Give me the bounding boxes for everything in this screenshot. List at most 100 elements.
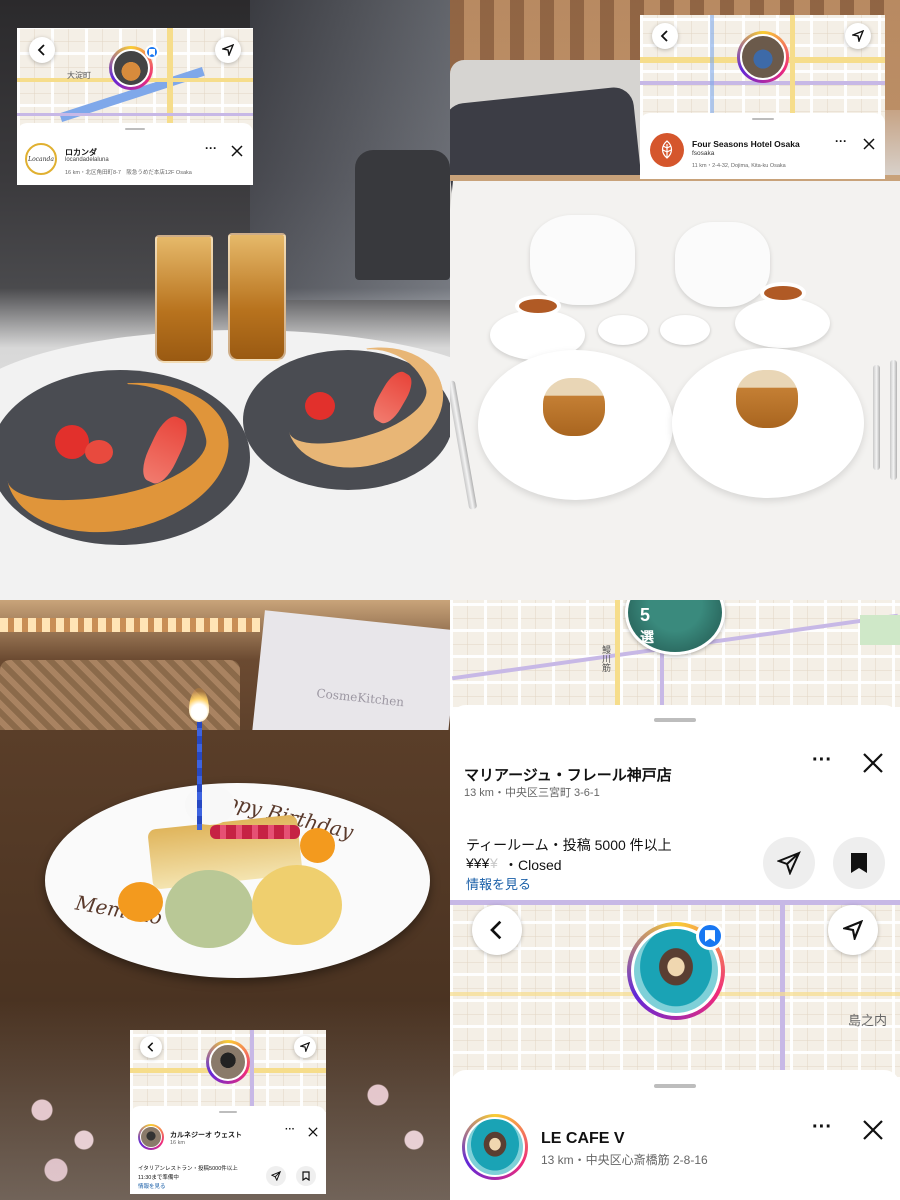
open-status: ・Closed: [504, 857, 562, 873]
tree-logo-icon: [661, 140, 673, 159]
place-handle[interactable]: fsosaka: [692, 150, 714, 157]
back-button[interactable]: [29, 37, 55, 63]
bookmark-icon: [851, 853, 867, 873]
pin-thumbnail: [112, 49, 150, 87]
close-icon[interactable]: [308, 1127, 318, 1137]
close-icon[interactable]: [862, 1119, 884, 1141]
tart: [736, 370, 798, 428]
map-panel-tearooms: 鰻川筋 5 選 マリアージュ・フレール神戸店 13 km・中央区三宮町 3-6-…: [450, 600, 900, 1200]
tart: [543, 378, 605, 436]
iced-tea-glass: [228, 233, 286, 361]
navigation-arrow-icon: [222, 44, 234, 56]
map-card: Four Seasons Hotel Osaka fsosaka 11 km・2…: [640, 15, 885, 179]
map-view[interactable]: [130, 1030, 326, 1115]
place-name[interactable]: LE CAFE V: [541, 1130, 625, 1148]
teacup: [735, 298, 830, 348]
sheet-handle[interactable]: [219, 1111, 237, 1113]
map-view-middle[interactable]: 島之内: [450, 900, 900, 1080]
close-icon[interactable]: [231, 145, 243, 157]
chevron-left-icon: [37, 44, 45, 56]
sheet-handle[interactable]: [654, 718, 696, 722]
place-sheet: Four Seasons Hotel Osaka fsosaka 11 km・2…: [640, 113, 885, 179]
info-link[interactable]: 情報を見る: [138, 1182, 166, 1190]
navigate-button[interactable]: [215, 37, 241, 63]
place-handle[interactable]: locandadelaluna: [65, 157, 109, 163]
pin-thumbnail: [740, 34, 786, 80]
more-options-icon[interactable]: ···: [835, 134, 847, 148]
place-meta: 11 km・2-4-32, Dojima, Kita-ku Osaka: [692, 163, 786, 169]
place-sheet-mariage: マリアージュ・フレール神戸店 13 km・中央区三宮町 3-6-1 ··· ティ…: [450, 705, 900, 900]
place-name[interactable]: マリアージュ・フレール神戸店: [464, 764, 672, 785]
map-label: 大淀町: [67, 71, 91, 80]
more-options-icon[interactable]: ···: [205, 141, 217, 155]
badge-suffix: 選: [640, 629, 654, 645]
photo-panel-locanda: 大淀町 Locanda ロカンダ locandadelaluna 16 km・北…: [0, 0, 450, 600]
map-view-top[interactable]: 鰻川筋 5 選: [450, 600, 900, 710]
map-card: カルネジーオ ウェスト 16 km ··· イタリアンレストラン・投稿5000件…: [130, 1030, 326, 1194]
navigation-arrow-icon: [843, 920, 863, 940]
place-meta: 16 km・北区角田町8-7 阪急うめだ本店12F Osaka: [65, 170, 192, 176]
bookmark-icon: [302, 1171, 310, 1181]
place-name[interactable]: カルネジーオ ウェスト: [170, 1130, 242, 1140]
candle: [197, 720, 202, 830]
navigation-arrow-icon: [300, 1042, 310, 1052]
chevron-left-icon: [147, 1042, 154, 1052]
place-avatar: [462, 1114, 528, 1180]
photo-panel-birthday: CosmeKitchen Happy Birthday Memoko カルネジー…: [0, 600, 450, 1200]
share-button[interactable]: [763, 837, 815, 889]
ice-cream-scoop: [252, 865, 342, 945]
place-sheet-le-cafe: LE CAFE V 13 km・中央区心斎橋筋 2-8-16 ···: [450, 1070, 900, 1200]
place-meta: 13 km・中央区心斎橋筋 2-8-16: [541, 1153, 708, 1167]
chevron-left-icon: [660, 30, 668, 42]
back-button[interactable]: [652, 23, 678, 49]
more-options-icon[interactable]: ···: [285, 1124, 295, 1135]
ice-cream-scoop: [165, 870, 253, 948]
close-icon[interactable]: [863, 138, 875, 150]
save-button[interactable]: [833, 837, 885, 889]
place-category: イタリアンレストラン・投稿5000件以上: [138, 1166, 238, 1172]
more-options-icon[interactable]: ···: [812, 1116, 832, 1139]
place-logo: Locanda: [25, 143, 57, 175]
sheet-handle[interactable]: [654, 1084, 696, 1088]
place-distance: 16 km: [170, 1140, 185, 1146]
logo-text: Locanda: [28, 155, 54, 163]
back-button[interactable]: [472, 905, 522, 955]
more-options-icon[interactable]: ···: [812, 749, 832, 772]
map-view[interactable]: [640, 15, 885, 125]
guide-badge[interactable]: 5 選: [625, 600, 725, 655]
back-button[interactable]: [140, 1036, 162, 1058]
navigate-button[interactable]: [294, 1036, 316, 1058]
info-link[interactable]: 情報を見る: [466, 874, 531, 893]
share-button[interactable]: [266, 1166, 286, 1186]
place-avatar: [138, 1124, 164, 1150]
navigate-button[interactable]: [828, 905, 878, 955]
teapot: [675, 222, 770, 307]
bookmark-icon: [696, 922, 724, 950]
place-name[interactable]: Four Seasons Hotel Osaka: [692, 139, 800, 149]
navigation-arrow-icon: [852, 30, 864, 42]
pin-thumbnail: [209, 1043, 247, 1081]
place-sheet: Locanda ロカンダ locandadelaluna 16 km・北区角田町…: [17, 123, 253, 185]
iced-tea-glass: [155, 235, 213, 363]
place-category: ティールーム・投稿 5000 件以上: [466, 837, 672, 853]
photo-panel-four-seasons: Four Seasons Hotel Osaka fsosaka 11 km・2…: [450, 0, 900, 600]
map-card: 大淀町 Locanda ロカンダ locandadelaluna 16 km・北…: [17, 28, 253, 185]
place-pin[interactable]: [206, 1040, 250, 1084]
place-meta: 13 km・中央区三宮町 3-6-1: [464, 787, 600, 799]
navigate-button[interactable]: [845, 23, 871, 49]
bookmark-icon: [145, 45, 159, 59]
price-level-inactive: ¥: [490, 855, 498, 871]
chevron-left-icon: [490, 920, 502, 940]
price-level: ¥¥¥: [466, 855, 490, 871]
sheet-handle[interactable]: [751, 118, 774, 120]
send-icon: [777, 851, 801, 875]
send-icon: [271, 1171, 281, 1181]
bag-text: CosmeKitchen: [315, 686, 405, 710]
teapot: [530, 215, 635, 305]
map-view[interactable]: 大淀町: [17, 28, 253, 133]
place-pin[interactable]: [737, 31, 789, 83]
map-label: 島之内: [848, 1013, 888, 1028]
save-button[interactable]: [296, 1166, 316, 1186]
close-icon[interactable]: [862, 752, 884, 774]
sheet-handle[interactable]: [125, 128, 145, 130]
